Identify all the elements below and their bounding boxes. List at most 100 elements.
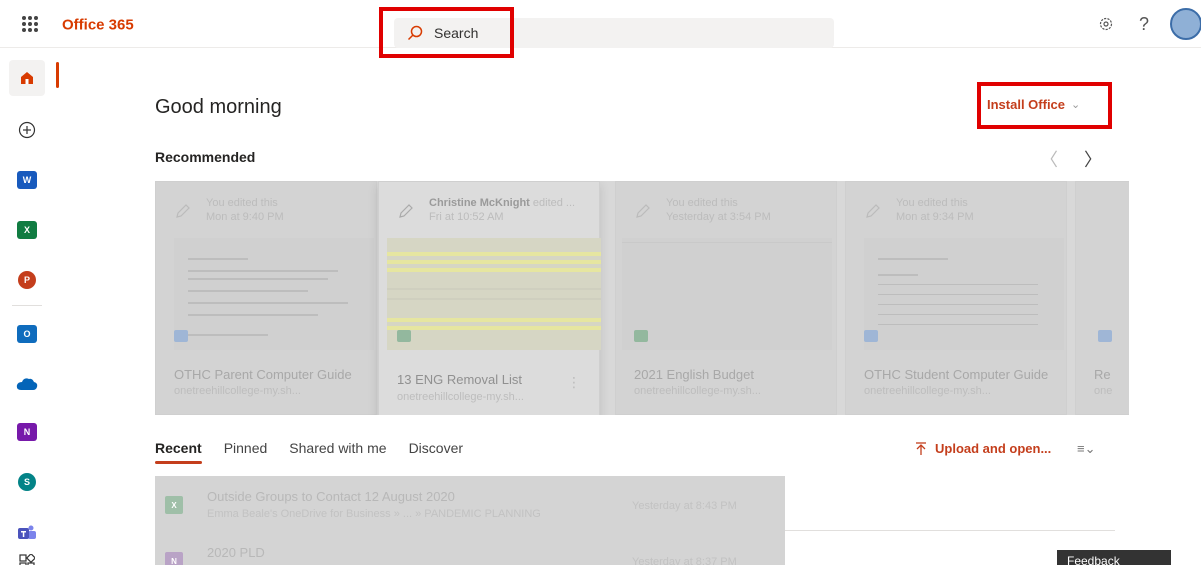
- tab-recent[interactable]: Recent: [155, 440, 202, 464]
- recommended-card[interactable]: You edited this Mon at 9:40 PM OTHC Pare…: [155, 181, 377, 415]
- teams-icon: [18, 525, 36, 539]
- chevron-down-icon: ⌄: [1071, 99, 1081, 111]
- more-options-icon[interactable]: ⋮: [567, 374, 581, 391]
- rail-onedrive[interactable]: [9, 366, 45, 402]
- card-thumbnail: [174, 238, 374, 350]
- file-time: Yesterday at 8:43 PM: [632, 500, 737, 512]
- word-icon: W: [17, 171, 37, 189]
- recommended-card[interactable]: Christine McKnight edited ... Fri at 10:…: [378, 181, 601, 415]
- recommended-card[interactable]: You edited this Mon at 9:34 PM OTHC Stud…: [845, 181, 1067, 415]
- card-activity-who: You edited this: [206, 197, 278, 209]
- install-office-button[interactable]: Install Office ⌄: [987, 97, 1080, 112]
- pencil-icon: [636, 204, 650, 218]
- left-rail: W X P O N S: [0, 48, 59, 565]
- outlook-icon: O: [17, 325, 37, 343]
- card-activity: Christine McKnight edited ... Fri at 10:…: [429, 196, 599, 224]
- card-file-location: onetreehillcollege-my.sh...: [174, 385, 301, 397]
- card-file-name: 2021 English Budget: [634, 367, 754, 382]
- word-icon: [174, 330, 188, 342]
- card-activity-when: Mon at 9:34 PM: [896, 211, 974, 223]
- install-office-label: Install Office: [987, 97, 1066, 112]
- excel-icon: X: [165, 496, 183, 514]
- upload-icon: [916, 441, 926, 455]
- pencil-icon: [399, 204, 413, 218]
- powerpoint-icon: P: [18, 271, 36, 289]
- card-thumbnail: [622, 238, 832, 350]
- card-activity-who: You edited this: [896, 197, 968, 209]
- rail-onenote[interactable]: N: [9, 414, 45, 450]
- tab-pinned[interactable]: Pinned: [224, 440, 268, 456]
- list-item[interactable]: N 2020 PLD Yesterday at 8:37 PM: [155, 532, 785, 565]
- file-name: 2020 PLD: [207, 545, 265, 560]
- rail-separator: [12, 305, 42, 306]
- onenote-icon: N: [17, 423, 37, 441]
- file-path: Emma Beale's OneDrive for Business » ...…: [207, 508, 541, 520]
- file-tabs: Recent Pinned Shared with me Discover: [155, 440, 463, 464]
- rail-outlook[interactable]: O: [9, 316, 45, 352]
- card-activity: You edited this Mon at 9:34 PM: [896, 196, 1066, 224]
- excel-icon: [397, 330, 411, 342]
- card-file-name: Re: [1094, 367, 1111, 382]
- settings-icon[interactable]: [1087, 0, 1125, 48]
- sharepoint-icon: S: [18, 473, 36, 491]
- card-activity-suffix: edited ...: [529, 197, 576, 209]
- file-time: Yesterday at 8:37 PM: [632, 556, 737, 565]
- rail-excel[interactable]: X: [9, 212, 45, 248]
- all-apps-icon: [19, 554, 35, 565]
- home-icon: [21, 72, 33, 84]
- rail-sharepoint[interactable]: S: [9, 464, 45, 500]
- sort-icon[interactable]: ≡⌄: [1077, 441, 1095, 457]
- rail-word[interactable]: W: [9, 162, 45, 198]
- search-highlight-box: [379, 7, 514, 58]
- tab-shared-with-me[interactable]: Shared with me: [289, 440, 386, 456]
- recommended-nav: 〈 〉: [1040, 146, 1102, 172]
- word-icon: [864, 330, 878, 342]
- pencil-icon: [866, 204, 880, 218]
- list-item[interactable]: X Outside Groups to Contact 12 August 20…: [155, 476, 785, 530]
- brand-title[interactable]: Office 365: [62, 17, 134, 34]
- excel-icon: [634, 330, 648, 342]
- chevron-left-icon[interactable]: 〈: [1040, 146, 1058, 172]
- onedrive-icon: [16, 378, 38, 390]
- feedback-button[interactable]: Feedback: [1057, 550, 1171, 565]
- card-file-location: onetreehillcollege-my.sh...: [634, 385, 761, 397]
- card-file-name: OTHC Parent Computer Guide: [174, 367, 352, 382]
- card-thumbnail: [864, 238, 1064, 350]
- header-actions: ?: [1087, 0, 1201, 48]
- excel-icon: X: [17, 221, 37, 239]
- card-activity: You edited this Yesterday at 3:54 PM: [666, 196, 836, 224]
- recommended-card[interactable]: You edited this Yesterday at 3:54 PM 202…: [615, 181, 837, 415]
- top-bar: Office 365 Search ?: [0, 0, 1201, 48]
- card-activity-who: Christine McKnight: [429, 197, 530, 209]
- rail-powerpoint[interactable]: P: [9, 262, 45, 298]
- card-activity: You edited this Mon at 9:40 PM: [206, 196, 376, 224]
- card-file-location: one: [1094, 385, 1113, 397]
- recommended-heading: Recommended: [155, 149, 256, 165]
- recent-file-list: X Outside Groups to Contact 12 August 20…: [155, 476, 785, 565]
- recommended-carousel: You edited this Mon at 9:40 PM OTHC Pare…: [155, 181, 1129, 415]
- help-icon[interactable]: ?: [1125, 0, 1163, 48]
- onenote-icon: N: [165, 552, 183, 565]
- card-activity-when: Yesterday at 3:54 PM: [666, 211, 771, 223]
- card-activity-when: Mon at 9:40 PM: [206, 211, 284, 223]
- divider: [785, 530, 1115, 531]
- word-icon: [1098, 330, 1112, 342]
- chevron-right-icon[interactable]: 〉: [1084, 146, 1102, 172]
- rail-all-apps[interactable]: [9, 544, 45, 565]
- upload-label: Upload and open...: [935, 441, 1052, 456]
- avatar[interactable]: [1170, 8, 1201, 40]
- upload-and-open-button[interactable]: Upload and open...: [915, 441, 1051, 456]
- rail-home[interactable]: [9, 60, 59, 96]
- app-launcher-icon[interactable]: [22, 16, 38, 32]
- card-file-name: 13 ENG Removal List: [397, 372, 522, 387]
- recommended-card[interactable]: Re one: [1075, 181, 1129, 415]
- card-activity-who: You edited this: [666, 197, 738, 209]
- plus-circle-icon: [18, 121, 36, 139]
- pencil-icon: [176, 204, 190, 218]
- card-activity-when: Fri at 10:52 AM: [429, 211, 504, 223]
- card-file-name: OTHC Student Computer Guide: [864, 367, 1049, 382]
- card-thumbnail: [387, 238, 601, 350]
- greeting-heading: Good morning: [155, 96, 282, 118]
- tab-discover[interactable]: Discover: [409, 440, 463, 456]
- rail-create[interactable]: [9, 112, 45, 148]
